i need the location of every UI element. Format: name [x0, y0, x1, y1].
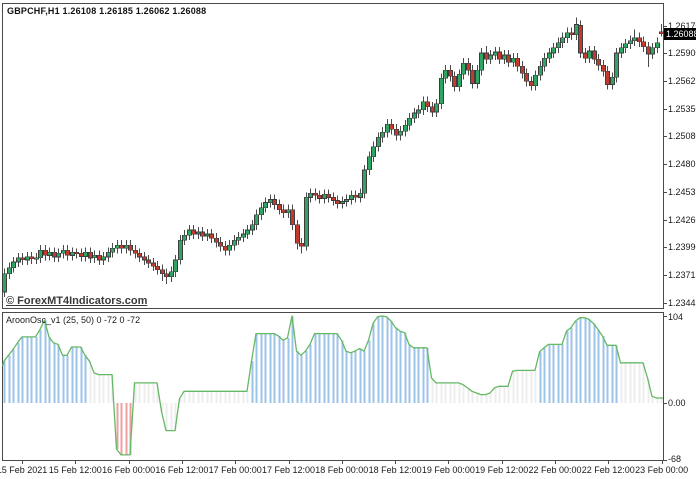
time-axis-label: 18 Feb 00:00 — [315, 465, 368, 475]
time-axis-label: 18 Feb 12:00 — [369, 465, 422, 475]
price-axis-label: 1.25080 — [668, 131, 696, 141]
time-axis-label: 17 Feb 00:00 — [209, 465, 262, 475]
current-price-tag: 1.26088 — [664, 28, 696, 40]
mt4-chart-window: GBPCHF,H1 1.26108 1.26185 1.26062 1.2608… — [0, 0, 696, 479]
time-axis-label: 16 Feb 12:00 — [155, 465, 208, 475]
price-axis-label: 1.25350 — [668, 104, 696, 114]
time-axis-label: 22 Feb 12:00 — [582, 465, 635, 475]
price-axis-label: 1.24260 — [668, 215, 696, 225]
time-axis-label: 16 Feb 00:00 — [102, 465, 155, 475]
time-axis-label: 23 Feb 00:00 — [635, 465, 688, 475]
main-chart-border — [3, 4, 664, 309]
chart-canvas[interactable] — [0, 0, 696, 479]
time-axis-label: 19 Feb 12:00 — [475, 465, 528, 475]
candlestick-series — [3, 17, 664, 297]
oscillator-axis-label: 104 — [668, 312, 683, 322]
time-axis-label: 17 Feb 12:00 — [262, 465, 315, 475]
price-axis-label: 1.24805 — [668, 159, 696, 169]
price-axis-label: 1.23445 — [668, 298, 696, 308]
price-axis-label: 1.24535 — [668, 187, 696, 197]
time-axis-label: 19 Feb 00:00 — [422, 465, 475, 475]
price-axis-label: 1.23990 — [668, 242, 696, 252]
watermark-link[interactable]: © ForexMT4Indicators.com — [6, 295, 147, 307]
oscillator-series — [5, 316, 662, 455]
oscillator-axis-label: -68 — [668, 454, 681, 464]
price-axis-label: 1.23715 — [668, 270, 696, 280]
price-axis-label: 1.25625 — [668, 76, 696, 86]
price-axis-label: 1.25900 — [668, 48, 696, 58]
time-axis-label: 15 Feb 2021 — [0, 465, 47, 475]
indicator-label: AroonOsc_v1 (25, 50) 0 -72 0 -72 — [6, 315, 140, 325]
time-axis-label: 15 Feb 12:00 — [49, 465, 102, 475]
time-axis-label: 22 Feb 00:00 — [528, 465, 581, 475]
chart-title: GBPCHF,H1 1.26108 1.26185 1.26062 1.2608… — [7, 6, 206, 16]
oscillator-axis-label: 0.00 — [668, 398, 686, 408]
